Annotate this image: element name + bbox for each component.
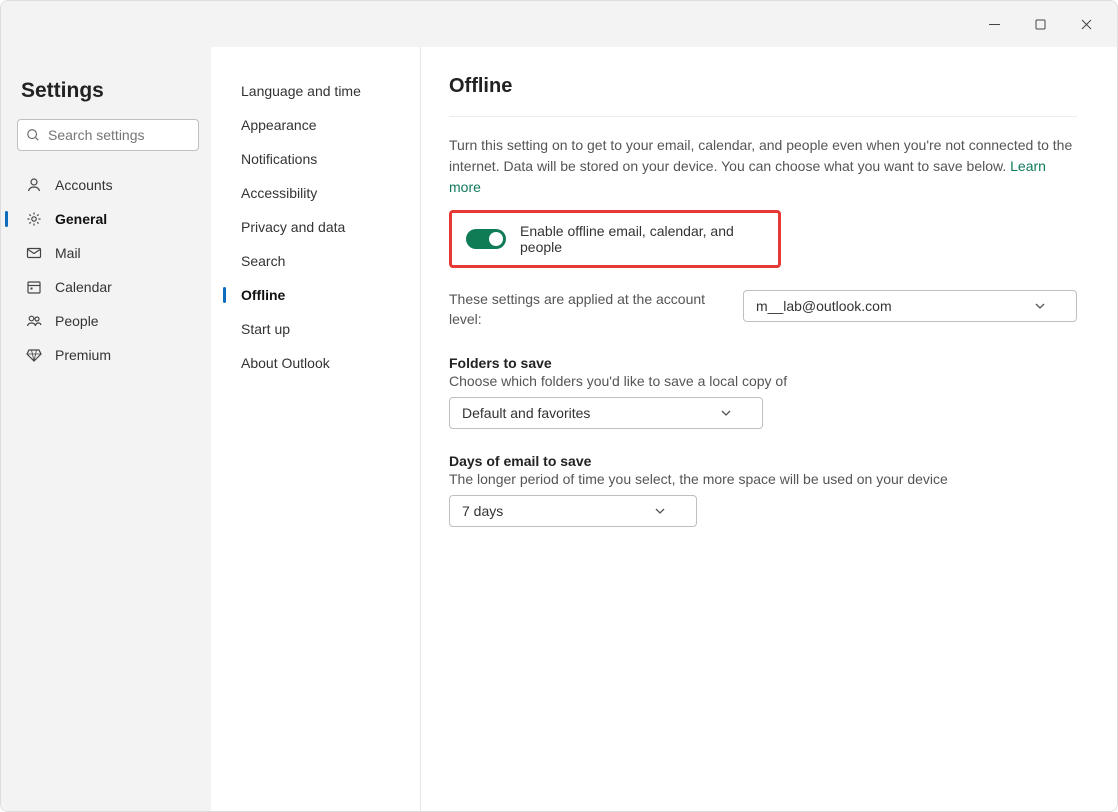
days-section: Days of email to save The longer period … — [449, 453, 1077, 527]
sidebar2-item-label: Notifications — [241, 151, 317, 167]
offline-description: Turn this setting on to get to your emai… — [449, 135, 1077, 198]
account-desc: These settings are applied at the accoun… — [449, 290, 719, 329]
sidebar2-item-accessibility[interactable]: Accessibility — [231, 179, 408, 207]
highlight-box: Enable offline email, calendar, and peop… — [449, 210, 781, 268]
folders-dropdown[interactable]: Default and favorites — [449, 397, 763, 429]
secondary-sidebar: Language and time Appearance Notificatio… — [211, 47, 421, 811]
days-dropdown[interactable]: 7 days — [449, 495, 697, 527]
people-icon — [25, 313, 43, 329]
account-selected: m__lab@outlook.com — [756, 298, 892, 314]
folders-desc: Choose which folders you'd like to save … — [449, 373, 1077, 389]
sidebar2-item-label: Offline — [241, 287, 285, 303]
sidebar2-item-privacy[interactable]: Privacy and data — [231, 213, 408, 241]
settings-title: Settings — [21, 79, 195, 103]
sidebar-item-calendar[interactable]: Calendar — [17, 273, 199, 301]
sidebar2-item-language[interactable]: Language and time — [231, 77, 408, 105]
sidebar2-item-notifications[interactable]: Notifications — [231, 145, 408, 173]
sidebar2-item-label: Language and time — [241, 83, 361, 99]
sidebar2-item-offline[interactable]: Offline — [231, 281, 408, 309]
gear-icon — [25, 211, 43, 227]
sidebar-item-general[interactable]: General — [17, 205, 199, 233]
days-title: Days of email to save — [449, 453, 1077, 469]
primary-sidebar: Settings Accounts General — [1, 47, 211, 811]
sidebar2-item-startup[interactable]: Start up — [231, 315, 408, 343]
sidebar2-item-label: Appearance — [241, 117, 317, 133]
mail-icon — [25, 245, 43, 261]
days-desc: The longer period of time you select, th… — [449, 471, 1077, 487]
sidebar-item-label: General — [55, 211, 107, 227]
sidebar2-item-label: About Outlook — [241, 355, 330, 371]
sidebar-item-people[interactable]: People — [17, 307, 199, 335]
sidebar-item-premium[interactable]: Premium — [17, 341, 199, 369]
toggle-knob — [489, 232, 503, 246]
sidebar-item-accounts[interactable]: Accounts — [17, 171, 199, 199]
sidebar-item-label: Accounts — [55, 177, 113, 193]
sidebar-item-label: Mail — [55, 245, 81, 261]
sidebar-item-label: Premium — [55, 347, 111, 363]
minimize-button[interactable] — [971, 8, 1017, 40]
account-dropdown[interactable]: m__lab@outlook.com — [743, 290, 1077, 322]
main-content: Offline Turn this setting on to get to y… — [421, 47, 1117, 811]
folders-section: Folders to save Choose which folders you… — [449, 355, 1077, 429]
toggle-label: Enable offline email, calendar, and peop… — [520, 223, 764, 255]
sidebar2-item-label: Privacy and data — [241, 219, 345, 235]
calendar-icon — [25, 279, 43, 295]
sidebar2-item-appearance[interactable]: Appearance — [231, 111, 408, 139]
folders-title: Folders to save — [449, 355, 1077, 371]
sidebar2-item-label: Start up — [241, 321, 290, 337]
sidebar-item-label: People — [55, 313, 99, 329]
chevron-down-icon — [654, 505, 666, 517]
sidebar2-item-label: Accessibility — [241, 185, 317, 201]
sidebar2-item-search[interactable]: Search — [231, 247, 408, 275]
title-bar — [1, 1, 1117, 47]
sidebar-item-mail[interactable]: Mail — [17, 239, 199, 267]
sidebar2-item-label: Search — [241, 253, 285, 269]
folders-selected: Default and favorites — [462, 405, 590, 421]
chevron-down-icon — [720, 407, 732, 419]
maximize-button[interactable] — [1017, 8, 1063, 40]
days-selected: 7 days — [462, 503, 503, 519]
offline-toggle[interactable] — [466, 229, 506, 249]
search-icon — [26, 128, 40, 142]
diamond-icon — [25, 347, 43, 363]
page-title: Offline — [449, 75, 1077, 117]
sidebar-item-label: Calendar — [55, 279, 112, 295]
close-button[interactable] — [1063, 8, 1109, 40]
person-icon — [25, 177, 43, 193]
search-wrap — [17, 119, 199, 151]
chevron-down-icon — [1034, 300, 1046, 312]
sidebar2-item-about[interactable]: About Outlook — [231, 349, 408, 377]
search-input[interactable] — [17, 119, 199, 151]
account-row: These settings are applied at the accoun… — [449, 290, 1077, 329]
